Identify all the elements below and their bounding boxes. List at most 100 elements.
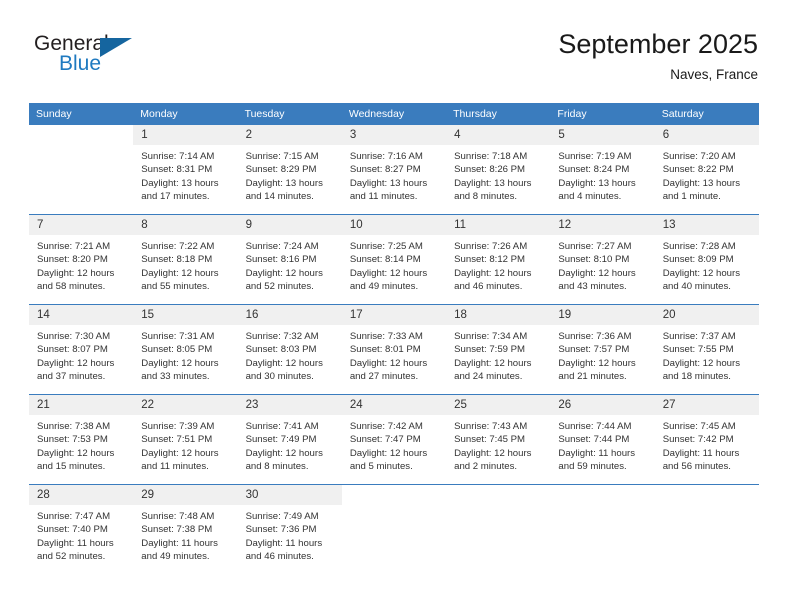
sunrise-time: Sunrise: 7:32 AM [245, 331, 319, 342]
sunrise-time: Sunrise: 7:27 AM [558, 241, 632, 252]
calendar-day-cell[interactable]: 5 Sunrise: 7:19 AM Sunset: 8:24 PM Daylight… [550, 125, 655, 215]
sunrise-time: Sunrise: 7:21 AM [37, 241, 111, 252]
calendar-day-cell[interactable]: 3 Sunrise: 7:16 AM Sunset: 8:27 PM Daylight… [341, 125, 447, 215]
sunset-time: Sunset: 8:29 PM [245, 164, 317, 176]
daylight-duration-line2: and 24 minutes. [454, 371, 523, 383]
calendar-day-cell[interactable]: 6 Sunrise: 7:20 AM Sunset: 8:22 PM Daylight… [654, 125, 759, 215]
daylight-duration-line1: Daylight: 12 hours [349, 357, 428, 369]
day-details: Sunrise: 7:22 AM Sunset: 8:18 PM Daylight:… [133, 235, 237, 294]
calendar-day-cell[interactable]: 15 Sunrise: 7:31 AM Sunset: 8:05 PM Dayligh… [133, 304, 238, 395]
calendar-day-cell[interactable]: 14 Sunrise: 7:30 AM Sunset: 8:07 PM Dayligh… [29, 304, 134, 395]
day-details: Sunrise: 7:15 AM Sunset: 8:29 PM Daylight:… [238, 145, 342, 204]
sunset-time: Sunset: 7:53 PM [37, 434, 108, 446]
weekday-header-sunday: Sunday [29, 103, 134, 125]
weekday-header-friday: Friday [550, 103, 655, 125]
calendar-day-cell[interactable]: 26 Sunrise: 7:44 AM Sunset: 7:44 PM Dayligh… [550, 394, 655, 485]
general-blue-logo[interactable]: General Blue [34, 32, 144, 86]
daylight-duration-line2: and 46 minutes. [454, 281, 523, 293]
sunrise-time: Sunrise: 7:34 AM [454, 331, 528, 342]
day-details: Sunrise: 7:30 AM Sunset: 8:07 PM Daylight:… [29, 325, 133, 384]
calendar-empty-cell [446, 484, 551, 575]
sunset-time: Sunset: 8:16 PM [245, 254, 317, 266]
day-details: Sunrise: 7:25 AM Sunset: 8:14 PM Daylight:… [342, 235, 446, 294]
day-number: 26 [550, 395, 655, 415]
sunrise-time: Sunrise: 7:42 AM [349, 421, 423, 432]
sunset-time: Sunset: 8:01 PM [349, 344, 421, 356]
daylight-duration-line1: Daylight: 11 hours [37, 537, 114, 549]
daylight-duration-line2: and 27 minutes. [349, 371, 419, 383]
calendar-day-cell[interactable]: 17 Sunrise: 7:33 AM Sunset: 8:01 PM Dayligh… [341, 304, 447, 395]
calendar-day-cell[interactable]: 11 Sunrise: 7:26 AM Sunset: 8:12 PM Dayligh… [446, 214, 551, 305]
daylight-duration-line1: Daylight: 12 hours [558, 267, 636, 279]
daylight-duration-line1: Daylight: 13 hours [245, 177, 323, 189]
day-details: Sunrise: 7:37 AM Sunset: 7:55 PM Daylight:… [655, 325, 759, 384]
day-number: 20 [654, 305, 759, 325]
calendar-day-cell[interactable]: 2 Sunrise: 7:15 AM Sunset: 8:29 PM Daylight… [237, 125, 342, 215]
day-number: 15 [133, 305, 238, 325]
sunset-time: Sunset: 8:20 PM [37, 254, 108, 266]
sunset-time: Sunset: 8:09 PM [662, 254, 734, 266]
sunrise-time: Sunrise: 7:31 AM [141, 331, 215, 342]
day-number [550, 485, 655, 505]
calendar-day-cell[interactable]: 1 Sunrise: 7:14 AM Sunset: 8:31 PM Daylight… [133, 125, 238, 215]
daylight-duration-line1: Daylight: 12 hours [662, 267, 741, 279]
weekday-header-monday: Monday [133, 103, 238, 125]
sunset-time: Sunset: 8:03 PM [245, 344, 317, 356]
sunset-time: Sunset: 8:24 PM [558, 164, 630, 176]
daylight-duration-line2: and 59 minutes. [558, 461, 627, 473]
day-details: Sunrise: 7:33 AM Sunset: 8:01 PM Daylight:… [342, 325, 446, 384]
daylight-duration-line2: and 49 minutes. [349, 281, 419, 293]
daylight-duration-line1: Daylight: 12 hours [454, 447, 532, 459]
calendar-day-cell[interactable]: 4 Sunrise: 7:18 AM Sunset: 8:26 PM Daylight… [446, 125, 551, 215]
calendar-day-cell[interactable]: 16 Sunrise: 7:32 AM Sunset: 8:03 PM Dayligh… [237, 304, 342, 395]
sunrise-time: Sunrise: 7:20 AM [662, 151, 736, 162]
calendar-day-cell[interactable]: 24 Sunrise: 7:42 AM Sunset: 7:47 PM Dayligh… [341, 394, 447, 485]
day-number: 10 [341, 215, 447, 235]
calendar-day-cell[interactable]: 9 Sunrise: 7:24 AM Sunset: 8:16 PM Daylight… [237, 214, 342, 305]
daylight-duration-line1: Daylight: 13 hours [662, 177, 741, 189]
sunset-time: Sunset: 8:07 PM [37, 344, 108, 356]
sunset-time: Sunset: 7:40 PM [37, 524, 108, 536]
daylight-duration-line2: and 40 minutes. [662, 281, 731, 293]
page-subtitle-location: Naves, France [670, 67, 758, 82]
weekday-header-wednesday: Wednesday [341, 103, 447, 125]
calendar-week-row: 21 Sunrise: 7:38 AM Sunset: 7:53 PM Dayligh… [29, 394, 759, 485]
calendar-day-cell[interactable]: 8 Sunrise: 7:22 AM Sunset: 8:18 PM Daylight… [133, 214, 238, 305]
day-number: 1 [133, 125, 238, 145]
day-details: Sunrise: 7:27 AM Sunset: 8:10 PM Daylight:… [550, 235, 654, 294]
day-number: 29 [133, 485, 238, 505]
calendar-day-cell[interactable]: 12 Sunrise: 7:27 AM Sunset: 8:10 PM Dayligh… [550, 214, 655, 305]
calendar-day-cell[interactable]: 18 Sunrise: 7:34 AM Sunset: 7:59 PM Dayligh… [446, 304, 551, 395]
day-details: Sunrise: 7:36 AM Sunset: 7:57 PM Daylight:… [550, 325, 654, 384]
calendar-day-cell[interactable]: 29 Sunrise: 7:48 AM Sunset: 7:38 PM Dayligh… [133, 484, 238, 575]
sunset-time: Sunset: 8:10 PM [558, 254, 630, 266]
calendar-day-cell[interactable]: 7 Sunrise: 7:21 AM Sunset: 8:20 PM Daylight… [29, 214, 134, 305]
day-details: Sunrise: 7:43 AM Sunset: 7:45 PM Daylight:… [446, 415, 550, 474]
calendar-day-cell[interactable]: 25 Sunrise: 7:43 AM Sunset: 7:45 PM Dayligh… [446, 394, 551, 485]
calendar-day-cell[interactable]: 10 Sunrise: 7:25 AM Sunset: 8:14 PM Dayligh… [341, 214, 447, 305]
daylight-duration-line2: and 33 minutes. [141, 371, 210, 383]
calendar-day-cell[interactable]: 21 Sunrise: 7:38 AM Sunset: 7:53 PM Dayligh… [29, 394, 134, 485]
day-details: Sunrise: 7:38 AM Sunset: 7:53 PM Daylight:… [29, 415, 133, 474]
page-header: General Blue September 2025 Naves, Franc… [34, 28, 758, 98]
calendar-day-cell[interactable]: 30 Sunrise: 7:49 AM Sunset: 7:36 PM Dayligh… [237, 484, 342, 575]
calendar-day-cell[interactable]: 28 Sunrise: 7:47 AM Sunset: 7:40 PM Dayligh… [29, 484, 134, 575]
daylight-duration-line1: Daylight: 11 hours [558, 447, 636, 459]
calendar-day-cell[interactable]: 23 Sunrise: 7:41 AM Sunset: 7:49 PM Dayligh… [237, 394, 342, 485]
daylight-duration-line2: and 2 minutes. [454, 461, 518, 473]
calendar-day-cell[interactable]: 20 Sunrise: 7:37 AM Sunset: 7:55 PM Dayligh… [654, 304, 759, 395]
calendar-day-cell[interactable]: 22 Sunrise: 7:39 AM Sunset: 7:51 PM Dayligh… [133, 394, 238, 485]
calendar-day-cell[interactable]: 27 Sunrise: 7:45 AM Sunset: 7:42 PM Dayligh… [654, 394, 759, 485]
daylight-duration-line1: Daylight: 12 hours [454, 267, 532, 279]
sunset-time: Sunset: 7:44 PM [558, 434, 630, 446]
calendar-day-cell[interactable]: 13 Sunrise: 7:28 AM Sunset: 8:09 PM Dayligh… [654, 214, 759, 305]
daylight-duration-line2: and 56 minutes. [662, 461, 731, 473]
daylight-duration-line2: and 52 minutes. [245, 281, 314, 293]
sunrise-time: Sunrise: 7:30 AM [37, 331, 111, 342]
daylight-duration-line2: and 8 minutes. [245, 461, 309, 473]
day-details: Sunrise: 7:24 AM Sunset: 8:16 PM Daylight:… [238, 235, 342, 294]
calendar-day-cell[interactable]: 19 Sunrise: 7:36 AM Sunset: 7:57 PM Dayligh… [550, 304, 655, 395]
day-details: Sunrise: 7:18 AM Sunset: 8:26 PM Daylight:… [446, 145, 550, 204]
sunrise-time: Sunrise: 7:37 AM [662, 331, 736, 342]
daylight-duration-line1: Daylight: 12 hours [558, 357, 636, 369]
